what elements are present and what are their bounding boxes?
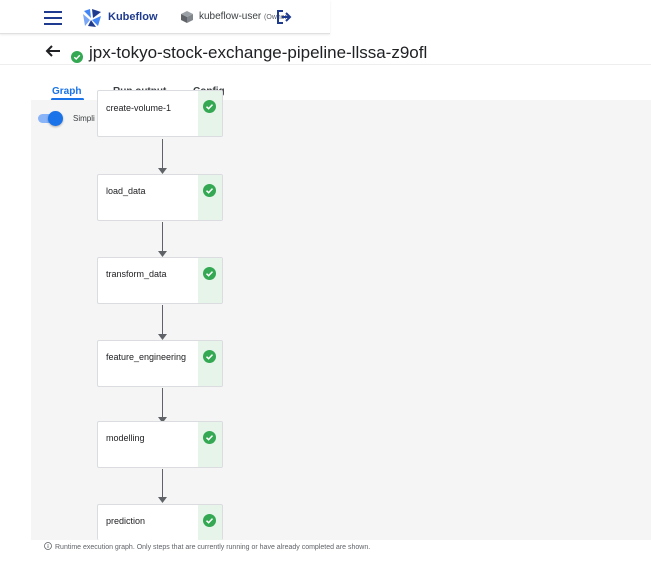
pipeline-node-feature-engineering[interactable]: feature_engineering [97,340,223,387]
node-label: prediction [106,516,146,526]
graph-edge [162,469,163,499]
arrowhead-icon [158,497,167,503]
brand-name: Kubeflow [108,11,158,23]
node-label: feature_engineering [106,352,187,362]
node-label: transform_data [106,269,167,279]
toggle-thumb [48,111,63,126]
node-status-bar [198,422,222,467]
namespace-cube-icon [181,11,193,23]
check-circle-icon [203,350,216,363]
simplify-graph-toggle[interactable] [38,111,64,126]
logout-icon[interactable] [275,8,293,26]
pipeline-node-create-volume-1[interactable]: create-volume-1 [97,90,223,137]
top-bar: Kubeflow kubeflow-user (Owner) [0,0,330,34]
node-status-bar [198,91,222,136]
menu-icon[interactable] [44,11,62,25]
back-arrow-icon[interactable] [44,42,62,60]
node-label: load_data [106,186,146,196]
graph-edge [162,388,163,418]
check-circle-icon [203,514,216,527]
title-divider [0,64,651,65]
node-label: modelling [106,433,145,443]
pipeline-node-load-data[interactable]: load_data [97,174,223,221]
graph-footer-note: Runtime execution graph. Only steps that… [44,542,370,551]
node-status-bar [198,175,222,220]
tab-graph[interactable]: Graph [52,86,81,97]
node-status-bar [198,505,222,540]
simplify-graph-label: Simpli [73,114,95,123]
check-circle-icon [203,100,216,113]
graph-edge [162,222,163,252]
graph-edge [162,139,163,169]
check-circle-icon [203,431,216,444]
node-label: create-volume-1 [106,103,172,113]
kubeflow-logo-icon [83,9,101,27]
pipeline-node-prediction[interactable]: prediction [97,504,223,540]
node-status-bar [198,258,222,303]
footer-note-text: Runtime execution graph. Only steps that… [55,544,371,551]
graph-edge [162,305,163,335]
info-icon [44,542,52,550]
namespace-name: kubeflow-user [199,11,262,22]
node-status-bar [198,341,222,386]
run-title: jpx-tokyo-stock-exchange-pipeline-llssa-… [89,43,428,62]
run-status-success-icon [71,51,83,63]
check-circle-icon [203,184,216,197]
pipeline-node-transform-data[interactable]: transform_data [97,257,223,304]
graph-canvas[interactable] [31,100,651,540]
check-circle-icon [203,267,216,280]
pipeline-node-modelling[interactable]: modelling [97,421,223,468]
